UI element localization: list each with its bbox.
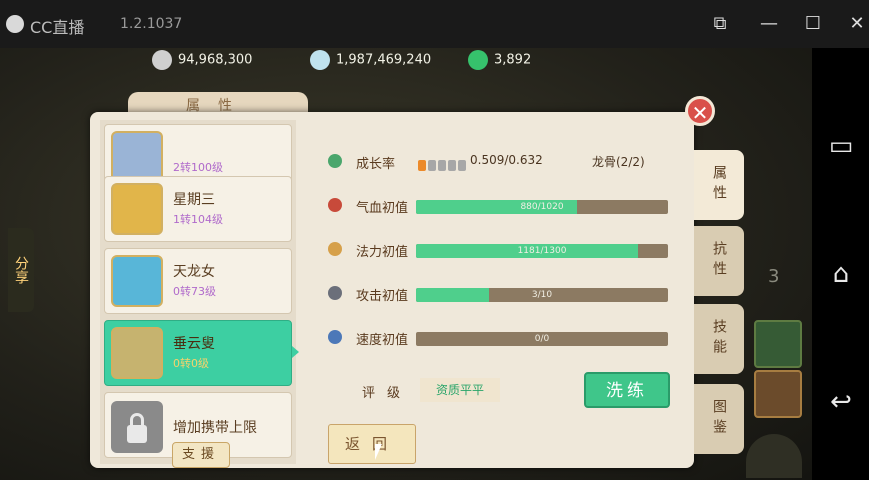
background-number: 3 <box>768 266 780 287</box>
window-titlebar: CC直播 1.2.1037 ⧉ — ☐ ✕ <box>0 0 869 48</box>
hp-icon <box>328 198 342 212</box>
add-slot-label: 增加携带上限 <box>173 420 257 436</box>
home-icon[interactable]: ⌂ <box>820 256 862 292</box>
background-item-icon[interactable] <box>754 320 802 368</box>
stat-bar-text: 1181/1300 <box>517 246 567 256</box>
pet-level: 1转104级 <box>173 213 223 226</box>
tab-skills[interactable]: 技能 <box>694 304 744 374</box>
growth-rate-row: 成长率 0.509/0.632 龙骨(2/2) <box>306 150 686 174</box>
pet-list-item[interactable]: 星期三 1转104级 <box>104 176 292 242</box>
coin-icon <box>152 50 172 70</box>
tab-attributes[interactable]: 属性 <box>694 150 744 220</box>
pet-level: 2转100级 <box>173 161 223 174</box>
support-button[interactable]: 支援 <box>172 442 230 468</box>
stat-row: 速度初值 0/0 <box>306 326 686 350</box>
close-icon[interactable]: ✕ <box>685 96 715 126</box>
silver-icon <box>310 50 330 70</box>
stat-bar-text: 3/10 <box>531 290 553 300</box>
selected-pet-arrow-icon <box>292 346 299 358</box>
pet-avatar <box>111 327 163 379</box>
pet-list-item[interactable]: 天龙女 0转73级 <box>104 248 292 314</box>
maximize-button[interactable]: ☐ <box>801 12 825 36</box>
tab-resistance[interactable]: 抗性 <box>694 226 744 296</box>
back-button[interactable]: 返回 <box>328 424 416 464</box>
lock-icon <box>111 401 163 453</box>
dragon-bone-count: 龙骨(2/2) <box>592 155 645 169</box>
back-icon[interactable]: ↩ <box>820 384 862 420</box>
app-logo-icon <box>6 15 24 33</box>
attack-icon <box>328 286 342 300</box>
jade-counter: 3,892 <box>468 50 531 72</box>
pet-name: 垂云叟 <box>173 336 215 352</box>
pet-level: 0转73级 <box>173 285 216 298</box>
stat-bar: 0/0 <box>416 332 668 346</box>
silver-counter: 1,987,469,240 <box>310 50 431 72</box>
stat-row: 攻击初值 3/10 <box>306 282 686 306</box>
growth-icon <box>328 154 342 168</box>
stat-bar-text: 880/1020 <box>520 202 564 212</box>
app-version: 1.2.1037 <box>120 16 183 32</box>
coin-counter: 94,968,300 <box>152 50 252 72</box>
share-button[interactable]: 分享 <box>8 228 34 312</box>
minimize-button[interactable]: — <box>757 12 781 36</box>
stat-bar-text: 0/0 <box>534 334 550 344</box>
stat-bar: 880/1020 <box>416 200 668 214</box>
growth-rating-icon <box>418 156 470 171</box>
window-title: CC直播 <box>30 18 85 37</box>
stat-bar: 1181/1300 <box>416 244 668 258</box>
pet-list: 2转100级 星期三 1转104级 天龙女 0转73级 垂云叟 0转0级 增加携… <box>100 120 296 464</box>
background-item-icon[interactable] <box>754 370 802 418</box>
pet-name: 星期三 <box>173 192 215 208</box>
stat-row: 法力初值 1181/1300 <box>306 238 686 262</box>
pet-avatar <box>111 183 163 235</box>
mouse-cursor-icon <box>375 444 382 460</box>
pet-level: 0转0级 <box>173 357 209 370</box>
growth-value: 0.509/0.632 <box>470 153 543 167</box>
android-navbar: ▭ ⌂ ↩ <box>812 48 869 480</box>
growth-label: 成长率 <box>356 157 396 172</box>
recent-apps-icon[interactable]: ▭ <box>820 128 862 164</box>
grade-value: 资质平平 <box>420 378 500 402</box>
stat-row: 气血初值 880/1020 <box>306 194 686 218</box>
stat-label: 速度初值 <box>356 333 409 348</box>
stat-label: 气血初值 <box>356 201 409 216</box>
stat-label: 法力初值 <box>356 245 409 260</box>
stat-bar: 3/10 <box>416 288 668 302</box>
window-pin-icon[interactable]: ⧉ <box>708 12 732 36</box>
tab-codex[interactable]: 图鉴 <box>694 384 744 454</box>
wash-button[interactable]: 洗练 <box>584 372 670 408</box>
pet-list-item-selected[interactable]: 垂云叟 0转0级 <box>104 320 292 386</box>
grade-label: 评级 <box>362 386 413 401</box>
pet-stats: 成长率 0.509/0.632 龙骨(2/2) 气血初值 880/1020 法力… <box>306 120 686 464</box>
close-window-button[interactable]: ✕ <box>845 12 869 36</box>
pet-name: 天龙女 <box>173 264 215 280</box>
mana-icon <box>328 242 342 256</box>
pet-avatar <box>111 255 163 307</box>
speed-icon <box>328 330 342 344</box>
stat-label: 攻击初值 <box>356 289 409 304</box>
jade-icon <box>468 50 488 70</box>
